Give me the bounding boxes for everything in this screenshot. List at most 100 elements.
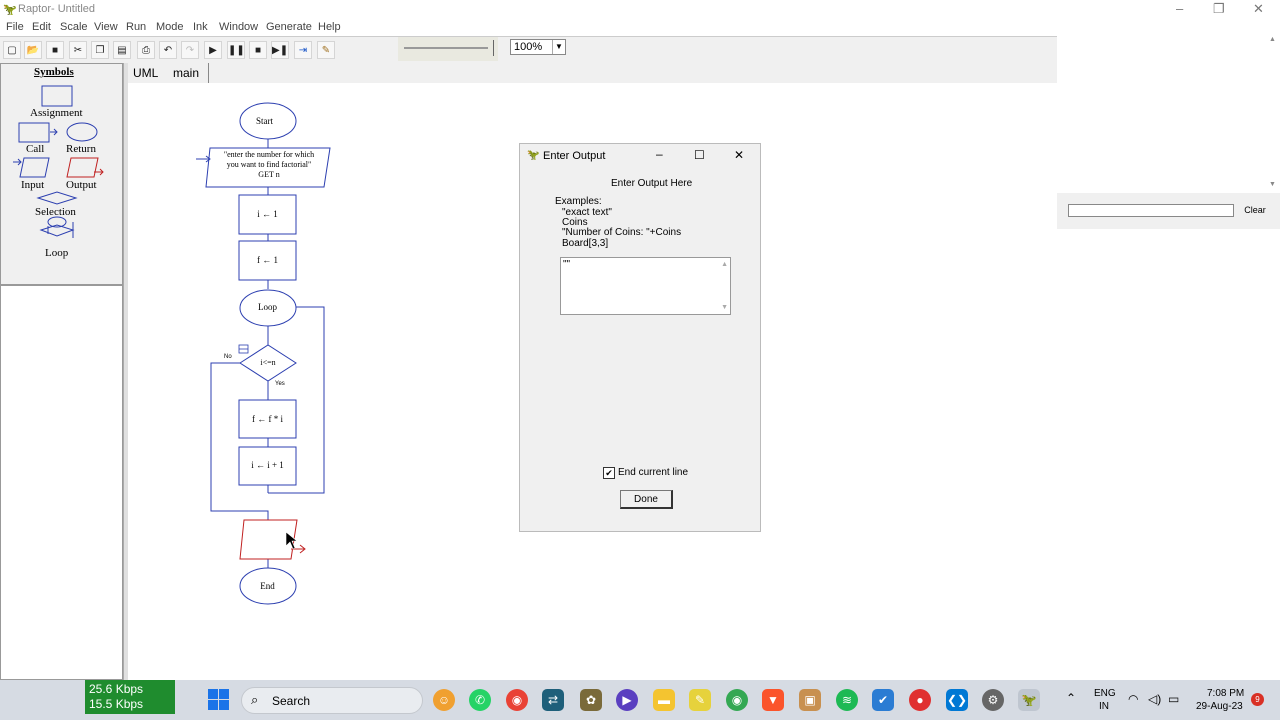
end-line-checkbox-label[interactable]: End current line bbox=[618, 467, 688, 478]
pause-icon[interactable]: ❚❚ bbox=[227, 41, 245, 59]
cut-icon[interactable]: ✂ bbox=[69, 41, 87, 59]
network-speed-widget: 25.6 Kbps 15.5 Kbps bbox=[85, 680, 175, 714]
menu-view[interactable]: View bbox=[94, 21, 118, 33]
menu-scale[interactable]: Scale bbox=[60, 21, 88, 33]
windows-start-icon[interactable] bbox=[208, 689, 229, 710]
chevron-down-icon[interactable]: ▼ bbox=[552, 40, 565, 54]
menu-run[interactable]: Run bbox=[126, 21, 146, 33]
raptor-taskbar-icon[interactable]: 🦖 bbox=[1018, 689, 1040, 711]
menu-ink[interactable]: Ink bbox=[193, 21, 208, 33]
menu-edit[interactable]: Edit bbox=[32, 21, 51, 33]
app-icon[interactable]: ✿ bbox=[580, 689, 602, 711]
app-icon[interactable]: ⚙ bbox=[982, 689, 1004, 711]
battery-icon[interactable]: ▭ bbox=[1168, 692, 1179, 706]
textarea-scroll-down-icon[interactable]: ▼ bbox=[721, 304, 728, 311]
input-prompt-line1[interactable]: "enter the number for which bbox=[217, 150, 321, 160]
taskbar bbox=[0, 680, 1280, 720]
stop-icon[interactable]: ■ bbox=[249, 41, 267, 59]
symbol-label-selection[interactable]: Selection bbox=[35, 206, 76, 218]
output-textarea[interactable]: "" ▲ ▼ bbox=[560, 257, 731, 315]
assign-i-inc-label[interactable]: i ← i + 1 bbox=[239, 460, 296, 470]
show-hidden-icons-icon[interactable]: ⌃ bbox=[1066, 691, 1076, 705]
emoji-app-icon[interactable]: ☺ bbox=[433, 689, 455, 711]
vscode-icon[interactable]: ❮❯ bbox=[946, 689, 968, 711]
copy-icon[interactable]: ❐ bbox=[91, 41, 109, 59]
todo-icon[interactable]: ✔ bbox=[872, 689, 894, 711]
command-input[interactable] bbox=[1068, 204, 1234, 217]
clock-date[interactable]: 29-Aug-23 bbox=[1196, 701, 1243, 712]
textarea-scroll-up-icon[interactable]: ▲ bbox=[721, 261, 728, 268]
tab-uml[interactable]: UML bbox=[133, 66, 158, 80]
tomato-app-icon[interactable]: ● bbox=[909, 689, 931, 711]
maximize-button[interactable]: ❐ bbox=[1213, 1, 1225, 17]
undo-icon[interactable]: ↶ bbox=[159, 41, 177, 59]
done-button[interactable]: Done bbox=[620, 490, 673, 509]
minimize-button[interactable]: – bbox=[1176, 1, 1183, 16]
tab-main[interactable]: main bbox=[173, 66, 199, 80]
taskbar-search[interactable]: ⌕ Search bbox=[241, 687, 423, 714]
volume-icon[interactable]: ◁) bbox=[1148, 692, 1161, 706]
open-folder-icon[interactable]: 📂 bbox=[24, 41, 42, 59]
slider-thumb[interactable] bbox=[490, 40, 494, 56]
menu-mode[interactable]: Mode bbox=[156, 21, 184, 33]
notification-badge[interactable]: 9 bbox=[1251, 693, 1264, 706]
symbol-label-return[interactable]: Return bbox=[66, 143, 96, 155]
spotify-icon[interactable]: ≋ bbox=[836, 689, 858, 711]
whatsapp-icon[interactable]: ✆ bbox=[469, 689, 491, 711]
print-icon[interactable]: ⎙ bbox=[137, 41, 155, 59]
menu-file[interactable]: File bbox=[6, 21, 24, 33]
dialog-maximize-button[interactable]: ☐ bbox=[694, 148, 705, 162]
pen-ink-icon[interactable]: ✎ bbox=[317, 41, 335, 59]
app-icon[interactable]: ⇄ bbox=[542, 689, 564, 711]
menu-generate[interactable]: Generate bbox=[266, 21, 312, 33]
start-label[interactable]: Start bbox=[256, 116, 273, 126]
media-player-icon[interactable]: ▶ bbox=[616, 689, 638, 711]
assign-f-mult-label[interactable]: f ← f * i bbox=[239, 414, 296, 424]
menu-help[interactable]: Help bbox=[318, 21, 341, 33]
clock-time[interactable]: 7:08 PM bbox=[1207, 688, 1244, 699]
scroll-up-icon[interactable]: ▲ bbox=[1269, 36, 1276, 43]
new-file-icon[interactable]: ▢ bbox=[3, 41, 21, 59]
step-icon[interactable]: ▶❚ bbox=[271, 41, 289, 59]
search-icon: ⌕ bbox=[251, 692, 259, 707]
assign-f-label[interactable]: f ← 1 bbox=[239, 255, 296, 265]
no-branch-label: No bbox=[224, 354, 232, 360]
symbol-label-input[interactable]: Input bbox=[21, 179, 44, 191]
end-line-checkbox[interactable]: ✔ bbox=[603, 467, 615, 479]
close-button[interactable]: ✕ bbox=[1253, 1, 1264, 17]
mouse-cursor-icon bbox=[285, 531, 298, 550]
dialog-minimize-button[interactable]: – bbox=[656, 147, 663, 161]
sticky-notes-icon[interactable]: ✎ bbox=[689, 689, 711, 711]
symbol-label-assignment[interactable]: Assignment bbox=[30, 107, 83, 119]
clear-button[interactable]: Clear bbox=[1236, 203, 1274, 217]
symbol-label-call[interactable]: Call bbox=[26, 143, 44, 155]
paste-icon[interactable]: ▤ bbox=[113, 41, 131, 59]
scrollbar[interactable]: ▲ ▼ bbox=[1267, 36, 1280, 191]
symbol-label-loop[interactable]: Loop bbox=[45, 247, 68, 259]
input-prompt-line2[interactable]: you want to find factorial" bbox=[217, 160, 321, 170]
file-explorer-icon[interactable]: ▬ bbox=[653, 689, 675, 711]
loop-label[interactable]: Loop bbox=[239, 302, 296, 312]
run-play-icon[interactable]: ▶ bbox=[204, 41, 222, 59]
menu-window[interactable]: Window bbox=[219, 21, 258, 33]
wifi-icon[interactable]: ◠ bbox=[1128, 692, 1138, 706]
scroll-down-icon[interactable]: ▼ bbox=[1269, 181, 1276, 188]
step-into-icon[interactable]: ⇥ bbox=[294, 41, 312, 59]
condition-label[interactable]: i<=n bbox=[240, 358, 296, 367]
speed-slider[interactable] bbox=[398, 37, 498, 61]
chrome-icon[interactable]: ◉ bbox=[726, 689, 748, 711]
chrome-icon[interactable]: ◉ bbox=[506, 689, 528, 711]
zoom-select[interactable]: 100% ▼ bbox=[510, 39, 566, 55]
region-label[interactable]: IN bbox=[1099, 701, 1109, 712]
redo-icon[interactable]: ↷ bbox=[181, 41, 199, 59]
slider-track bbox=[404, 47, 488, 49]
input-get-label[interactable]: GET n bbox=[217, 170, 321, 180]
end-label[interactable]: End bbox=[239, 581, 296, 591]
language-label[interactable]: ENG bbox=[1094, 688, 1116, 699]
symbol-label-output[interactable]: Output bbox=[66, 179, 97, 191]
photos-icon[interactable]: ▣ bbox=[799, 689, 821, 711]
brave-browser-icon[interactable]: ▼ bbox=[762, 689, 784, 711]
dialog-close-button[interactable]: ✕ bbox=[734, 148, 744, 162]
save-icon[interactable]: ■ bbox=[46, 41, 64, 59]
assign-i-label[interactable]: i ← 1 bbox=[239, 209, 296, 219]
